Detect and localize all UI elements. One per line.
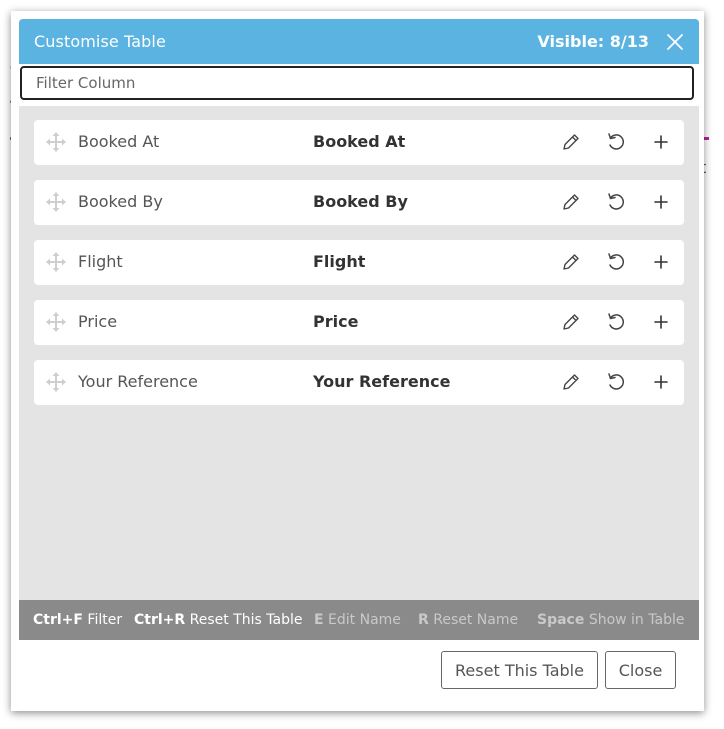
pencil-icon[interactable]	[560, 131, 582, 153]
shortcut-key: Ctrl+F	[33, 612, 83, 628]
filter-column-input[interactable]	[20, 66, 694, 100]
column-list: Booked At Booked At Booked By Booked By …	[34, 120, 684, 420]
column-name: Your Reference	[78, 372, 198, 391]
shortcut-reset-name: R Reset Name	[418, 600, 518, 640]
shortcut-label: Filter	[87, 612, 123, 628]
drag-handle-icon[interactable]	[45, 131, 67, 153]
drag-handle-icon[interactable]	[45, 311, 67, 333]
column-display-name: Booked At	[313, 132, 406, 151]
pencil-icon[interactable]	[560, 251, 582, 273]
column-display-name: Your Reference	[313, 372, 451, 391]
undo-icon[interactable]	[605, 311, 627, 333]
shortcut-show-in-table: Space Show in Table	[537, 600, 684, 640]
column-display-name: Booked By	[313, 192, 408, 211]
close-icon[interactable]	[665, 32, 685, 52]
shortcut-key: E	[314, 612, 324, 628]
column-name: Booked By	[78, 192, 163, 211]
shortcut-key: Space	[537, 612, 585, 628]
plus-icon[interactable]	[650, 371, 672, 393]
plus-icon[interactable]	[650, 131, 672, 153]
column-row[interactable]: Booked At Booked At	[34, 120, 684, 165]
column-row[interactable]: Booked By Booked By	[34, 180, 684, 225]
drag-handle-icon[interactable]	[45, 191, 67, 213]
shortcut-label: Edit Name	[328, 612, 401, 628]
shortcut-reset-table: Ctrl+R Reset This Table	[134, 600, 302, 640]
undo-icon[interactable]	[605, 131, 627, 153]
shortcut-filter: Ctrl+F Filter	[33, 600, 122, 640]
shortcut-label: Reset Name	[433, 612, 519, 628]
drag-handle-icon[interactable]	[45, 251, 67, 273]
shortcut-key: Ctrl+R	[134, 612, 186, 628]
pencil-icon[interactable]	[560, 311, 582, 333]
dialog-title: Customise Table	[34, 32, 166, 51]
pencil-icon[interactable]	[560, 191, 582, 213]
undo-icon[interactable]	[605, 191, 627, 213]
column-name: Flight	[78, 252, 123, 271]
plus-icon[interactable]	[650, 311, 672, 333]
close-button[interactable]: Close	[605, 651, 676, 689]
undo-icon[interactable]	[605, 371, 627, 393]
dialog-header: Customise Table Visible: 8/13	[19, 19, 699, 64]
keyboard-shortcuts-bar: Ctrl+F Filter Ctrl+R Reset This Table E …	[19, 600, 699, 640]
column-row[interactable]: Flight Flight	[34, 240, 684, 285]
column-row[interactable]: Your Reference Your Reference	[34, 360, 684, 405]
drag-handle-icon[interactable]	[45, 371, 67, 393]
shortcut-label: Reset This Table	[189, 612, 303, 628]
column-display-name: Flight	[313, 252, 366, 271]
plus-icon[interactable]	[650, 191, 672, 213]
shortcut-edit-name: E Edit Name	[314, 600, 401, 640]
shortcut-key: R	[418, 612, 429, 628]
undo-icon[interactable]	[605, 251, 627, 273]
visible-count: Visible: 8/13	[537, 32, 649, 51]
filter-area	[19, 64, 699, 106]
shortcut-label: Show in Table	[588, 612, 685, 628]
pencil-icon[interactable]	[560, 371, 582, 393]
customise-table-dialog: Customise Table Visible: 8/13 Filter Col…	[19, 19, 699, 701]
plus-icon[interactable]	[650, 251, 672, 273]
dialog-footer: Reset This Table Close	[19, 640, 699, 701]
column-row[interactable]: Price Price	[34, 300, 684, 345]
column-name: Price	[78, 312, 118, 331]
column-display-name: Price	[313, 312, 359, 331]
reset-table-button[interactable]: Reset This Table	[441, 651, 598, 689]
column-name: Booked At	[78, 132, 160, 151]
